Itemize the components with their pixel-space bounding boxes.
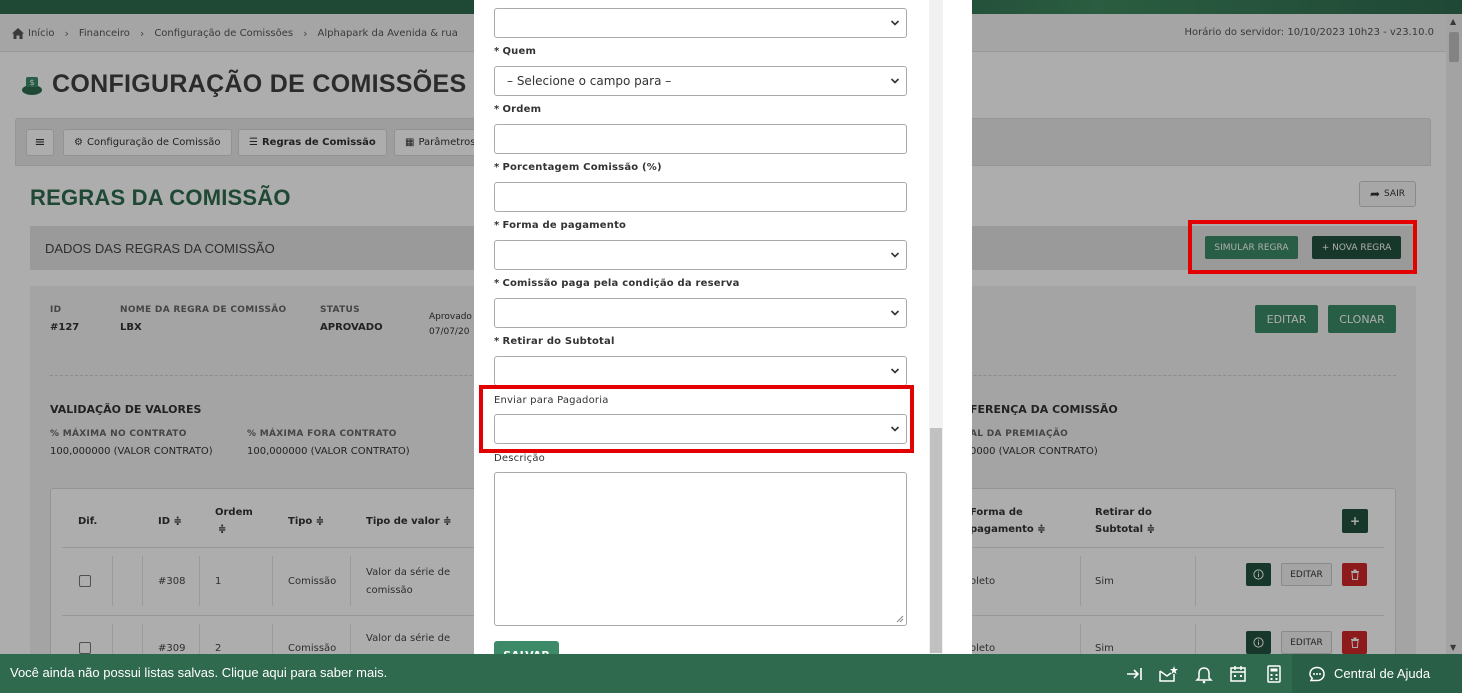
modal-scrollbar[interactable]: ▼ xyxy=(929,0,943,668)
chevron-down-icon xyxy=(890,426,900,432)
descricao-label: Descrição xyxy=(494,453,545,464)
condicao-reserva-select[interactable] xyxy=(494,298,907,328)
pagadoria-label: Enviar para Pagadoria xyxy=(494,395,609,406)
retirar-subtotal-label: * Retirar do Subtotal xyxy=(494,336,615,347)
pagadoria-select[interactable] xyxy=(494,414,907,444)
modal-scroll-thumb[interactable] xyxy=(930,428,942,653)
chevron-down-icon xyxy=(890,20,900,26)
calculator-icon[interactable] xyxy=(1264,664,1284,684)
top-select[interactable] xyxy=(494,8,907,38)
chevron-down-icon xyxy=(890,252,900,258)
chevron-down-icon xyxy=(890,310,900,316)
retirar-subtotal-select[interactable] xyxy=(494,356,907,386)
help-center-button[interactable]: Central de Ajuda xyxy=(1292,654,1462,693)
porcentagem-label: * Porcentagem Comissão (%) xyxy=(494,162,662,173)
bell-icon[interactable] xyxy=(1194,664,1214,684)
saved-lists-message[interactable]: Você ainda não possui listas salvas. Cli… xyxy=(10,665,387,680)
highlight-annotation xyxy=(1188,220,1417,274)
ordem-input[interactable] xyxy=(494,124,907,154)
chevron-down-icon xyxy=(890,78,900,84)
chevron-down-icon xyxy=(890,368,900,374)
descricao-textarea[interactable] xyxy=(494,472,907,626)
footer-bar: Você ainda não possui listas salvas. Cli… xyxy=(0,654,1462,693)
quem-label: * Quem xyxy=(494,46,537,57)
forma-pagamento-select[interactable] xyxy=(494,240,907,270)
calendar-icon[interactable] xyxy=(1228,664,1248,684)
quem-select[interactable]: – Selecione o campo para – xyxy=(494,66,907,96)
collapse-icon[interactable] xyxy=(1124,664,1144,684)
forma-pagamento-label: * Forma de pagamento xyxy=(494,220,627,231)
porcentagem-input[interactable] xyxy=(494,182,907,212)
condicao-reserva-label: * Comissão paga pela condição da reserva xyxy=(494,278,740,289)
mail-star-icon[interactable] xyxy=(1158,664,1178,684)
resize-grip-icon[interactable] xyxy=(896,615,904,623)
quem-select-value: – Selecione o campo para – xyxy=(507,74,672,88)
chat-icon xyxy=(1309,666,1325,681)
help-center-label: Central de Ajuda xyxy=(1334,666,1431,681)
ordem-label: * Ordem xyxy=(494,104,542,115)
